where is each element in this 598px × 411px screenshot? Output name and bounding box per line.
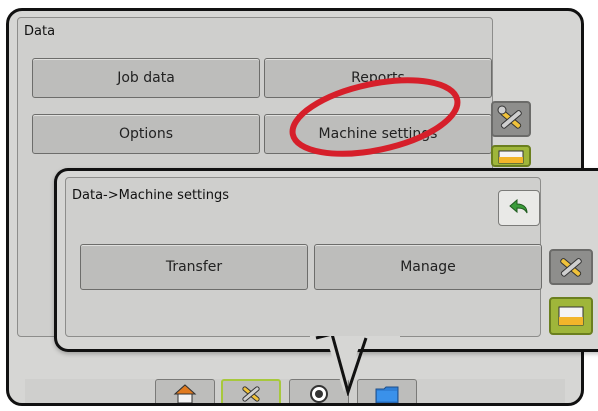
- machine-settings-popup: Data->Machine settings Transfer Manage: [54, 168, 598, 352]
- home-icon: [173, 384, 197, 403]
- tools-button[interactable]: [491, 101, 531, 137]
- manage-button[interactable]: Manage: [314, 244, 542, 290]
- back-arrow-icon: [509, 199, 528, 214]
- tools-icon: [560, 258, 582, 277]
- section-title-data: Data: [24, 24, 56, 39]
- job-data-button[interactable]: Job data: [32, 58, 260, 98]
- popup-callout-tail: [310, 336, 400, 396]
- bottom-tab-bar: [25, 379, 565, 403]
- transfer-button[interactable]: Transfer: [80, 244, 308, 290]
- data-button[interactable]: [491, 145, 531, 167]
- highlight-ellipse: [289, 77, 461, 157]
- tab-home[interactable]: [155, 379, 215, 403]
- data-button[interactable]: [549, 297, 593, 335]
- tools-icon: [497, 105, 522, 129]
- options-button[interactable]: Options: [32, 114, 260, 154]
- data-storage-icon: [558, 306, 584, 326]
- data-storage-icon: [498, 150, 524, 164]
- popup-title: Data->Machine settings: [72, 188, 230, 203]
- popup-panel: Data->Machine settings Transfer Manage: [65, 177, 542, 337]
- tools-icon: [242, 386, 260, 402]
- tab-tools[interactable]: [221, 379, 281, 403]
- tools-button[interactable]: [549, 249, 593, 285]
- back-button[interactable]: [498, 190, 540, 226]
